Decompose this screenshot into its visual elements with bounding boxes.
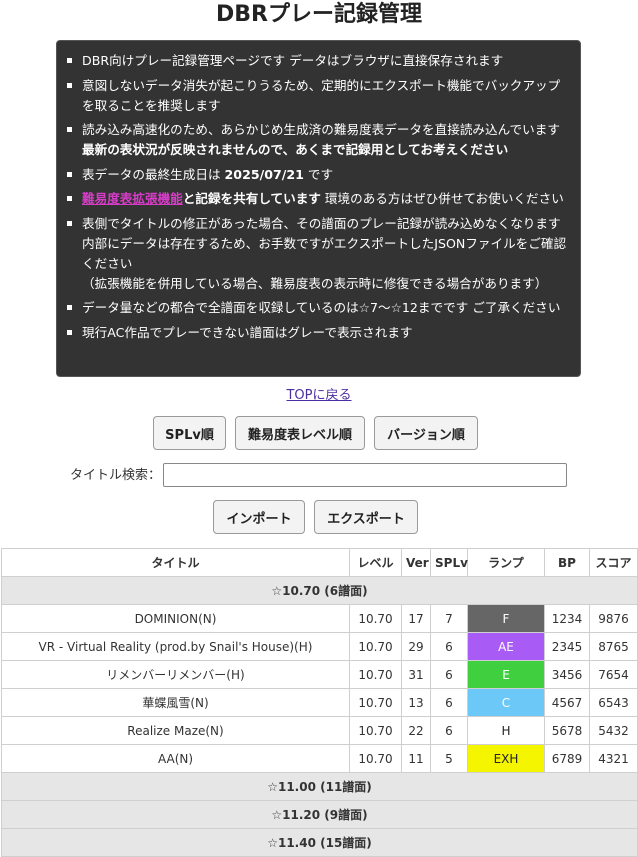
level-group-row[interactable]: ☆11.40 (15譜面) bbox=[1, 828, 638, 857]
cell-ver: 11 bbox=[401, 744, 431, 773]
cell-splv: 6 bbox=[430, 716, 468, 745]
table-row[interactable]: Realize Maze(N) 10.70 22 6 H 5678 5432 bbox=[1, 716, 638, 745]
table-header-row: タイトル レベル Ver SPLv ランプ BP スコア bbox=[1, 548, 638, 577]
sort-level-button[interactable]: 難易度表レベル順 bbox=[235, 416, 365, 450]
level-group-row[interactable]: ☆11.20 (9譜面) bbox=[1, 800, 638, 829]
cell-lamp: F bbox=[467, 604, 545, 633]
col-level-header[interactable]: レベル bbox=[349, 548, 402, 577]
top-link[interactable]: TOPに戻る bbox=[0, 387, 638, 405]
level-group-label: ☆11.00 (11譜面) bbox=[1, 772, 638, 801]
cell-level: 10.70 bbox=[349, 688, 402, 717]
notice-item: 表側でタイトルの修正があった場合、その譜面のプレー記録が読み込めなくなります 内… bbox=[57, 214, 570, 294]
search-input[interactable] bbox=[163, 463, 567, 487]
table-row[interactable]: 華蝶風雪(N) 10.70 13 6 C 4567 6543 bbox=[1, 688, 638, 717]
notice-text: 現行AC作品でプレーできない譜面はグレーで表示されます bbox=[82, 324, 413, 340]
cell-lamp: H bbox=[467, 716, 545, 745]
cell-ver: 29 bbox=[401, 632, 431, 661]
cell-score: 6543 bbox=[589, 688, 638, 717]
notice-item: 現行AC作品でプレーできない譜面はグレーで表示されます bbox=[57, 323, 570, 343]
cell-level: 10.70 bbox=[349, 716, 402, 745]
cell-score: 5432 bbox=[589, 716, 638, 745]
cell-splv: 7 bbox=[430, 604, 468, 633]
cell-title: DOMINION(N) bbox=[1, 604, 350, 633]
notice-item: 表データの最終生成日は 2025/07/21 です bbox=[57, 165, 570, 185]
level-group-label: ☆11.20 (9譜面) bbox=[1, 800, 638, 829]
cell-bp: 4567 bbox=[544, 688, 590, 717]
cell-lamp: AE bbox=[467, 632, 545, 661]
cell-bp: 6789 bbox=[544, 744, 590, 773]
cell-splv: 6 bbox=[430, 688, 468, 717]
page-title: DBRプレー記録管理 bbox=[216, 2, 422, 27]
cell-title: VR - Virtual Reality (prod.by Snail's Ho… bbox=[1, 632, 350, 661]
cell-ver: 17 bbox=[401, 604, 431, 633]
col-score-header[interactable]: スコア bbox=[589, 548, 638, 577]
table-row[interactable]: リメンバーリメンバー(H) 10.70 31 6 E 3456 7654 bbox=[1, 660, 638, 689]
level-group-row[interactable]: ☆10.70 (6譜面) bbox=[1, 576, 638, 605]
cell-level: 10.70 bbox=[349, 660, 402, 689]
sort-version-button[interactable]: バージョン順 bbox=[374, 416, 478, 450]
notice-text: 表側でタイトルの修正があった場合、その譜面のプレー記録が読み込めなくなります 内… bbox=[82, 215, 567, 291]
search-label: タイトル検索： bbox=[70, 468, 162, 483]
cell-score: 7654 bbox=[589, 660, 638, 689]
notice-text: 環境のある方はぜひ併せてお使いください bbox=[320, 191, 564, 206]
notice-text: 表データの最終生成日は bbox=[82, 166, 225, 182]
cell-ver: 13 bbox=[401, 688, 431, 717]
cell-title: Realize Maze(N) bbox=[1, 716, 350, 745]
cell-lamp: EXH bbox=[467, 744, 545, 773]
cell-score: 9876 bbox=[589, 604, 638, 633]
cell-splv: 6 bbox=[430, 632, 468, 661]
notice-text: データ量などの都合で全譜面を収録しているのは☆7〜☆12までです ご了承ください bbox=[82, 300, 561, 315]
cell-bp: 3456 bbox=[544, 660, 590, 689]
notice-item: 意図しないデータ消失が起こりうるため、定期的にエクスポート機能でバックアップを取… bbox=[57, 76, 570, 116]
level-group-row[interactable]: ☆11.00 (11譜面) bbox=[1, 772, 638, 801]
notice-text: 読み込み高速化のため、あらかじめ生成済の難易度表データを直接読み込んでいます bbox=[82, 122, 560, 137]
level-group-label: ☆10.70 (6譜面) bbox=[1, 576, 638, 605]
export-button[interactable]: エクスポート bbox=[314, 500, 418, 534]
cell-level: 10.70 bbox=[349, 744, 402, 773]
cell-splv: 6 bbox=[430, 660, 468, 689]
notice-item: DBR向けプレー記録管理ページです データはブラウザに直接保存されます bbox=[57, 51, 570, 71]
cell-bp: 5678 bbox=[544, 716, 590, 745]
col-splv-header[interactable]: SPLv bbox=[430, 548, 468, 577]
notice-box: DBR向けプレー記録管理ページです データはブラウザに直接保存されます意図しない… bbox=[56, 40, 581, 377]
cell-splv: 5 bbox=[430, 744, 468, 773]
col-ver-header[interactable]: Ver bbox=[401, 548, 431, 577]
table-row[interactable]: VR - Virtual Reality (prod.by Snail's Ho… bbox=[1, 632, 638, 661]
cell-score: 4321 bbox=[589, 744, 638, 773]
notice-bold-text: 最新の表状況が反映されませんので、あくまで記録用としてお考えください bbox=[82, 142, 509, 157]
cell-title: AA(N) bbox=[1, 744, 350, 773]
table-row[interactable]: AA(N) 10.70 11 5 EXH 6789 4321 bbox=[1, 744, 638, 773]
level-group-label: ☆11.40 (15譜面) bbox=[1, 828, 638, 857]
cell-title: リメンバーリメンバー(H) bbox=[1, 660, 350, 689]
cell-lamp: E bbox=[467, 660, 545, 689]
cell-ver: 31 bbox=[401, 660, 431, 689]
col-lamp-header[interactable]: ランプ bbox=[467, 548, 545, 577]
import-button[interactable]: インポート bbox=[213, 500, 305, 534]
cell-lamp: C bbox=[467, 688, 545, 717]
cell-bp: 2345 bbox=[544, 632, 590, 661]
notice-item: データ量などの都合で全譜面を収録しているのは☆7〜☆12までです ご了承ください bbox=[57, 298, 570, 318]
notice-text: です bbox=[303, 166, 334, 182]
notice-item: 難易度表拡張機能と記録を共有しています 環境のある方はぜひ併せてお使いください bbox=[57, 189, 570, 209]
cell-score: 8765 bbox=[589, 632, 638, 661]
cell-ver: 22 bbox=[401, 716, 431, 745]
col-title-header[interactable]: タイトル bbox=[1, 548, 350, 577]
cell-bp: 1234 bbox=[544, 604, 590, 633]
records-table: タイトル レベル Ver SPLv ランプ BP スコア ☆10.70 (6譜面… bbox=[1, 548, 638, 857]
cell-level: 10.70 bbox=[349, 632, 402, 661]
sort-splv-button[interactable]: SPLv順 bbox=[153, 416, 226, 450]
extension-link[interactable]: 難易度表拡張機能 bbox=[82, 191, 183, 206]
cell-title: 華蝶風雪(N) bbox=[1, 688, 350, 717]
notice-text: DBR向けプレー記録管理ページです データはブラウザに直接保存されます bbox=[82, 53, 504, 68]
notice-item: 読み込み高速化のため、あらかじめ生成済の難易度表データを直接読み込んでいます 最新… bbox=[57, 120, 570, 160]
notice-bold-text: と記録を共有しています bbox=[182, 191, 321, 206]
col-bp-header[interactable]: BP bbox=[544, 548, 590, 577]
notice-text: 意図しないデータ消失が起こりうるため、定期的にエクスポート機能でバックアップを取… bbox=[82, 77, 561, 113]
table-row[interactable]: DOMINION(N) 10.70 17 7 F 1234 9876 bbox=[1, 604, 638, 633]
cell-level: 10.70 bbox=[349, 604, 402, 633]
notice-bold-text: 2025/07/21 bbox=[224, 166, 304, 182]
notice-list: DBR向けプレー記録管理ページです データはブラウザに直接保存されます意図しない… bbox=[57, 51, 570, 343]
